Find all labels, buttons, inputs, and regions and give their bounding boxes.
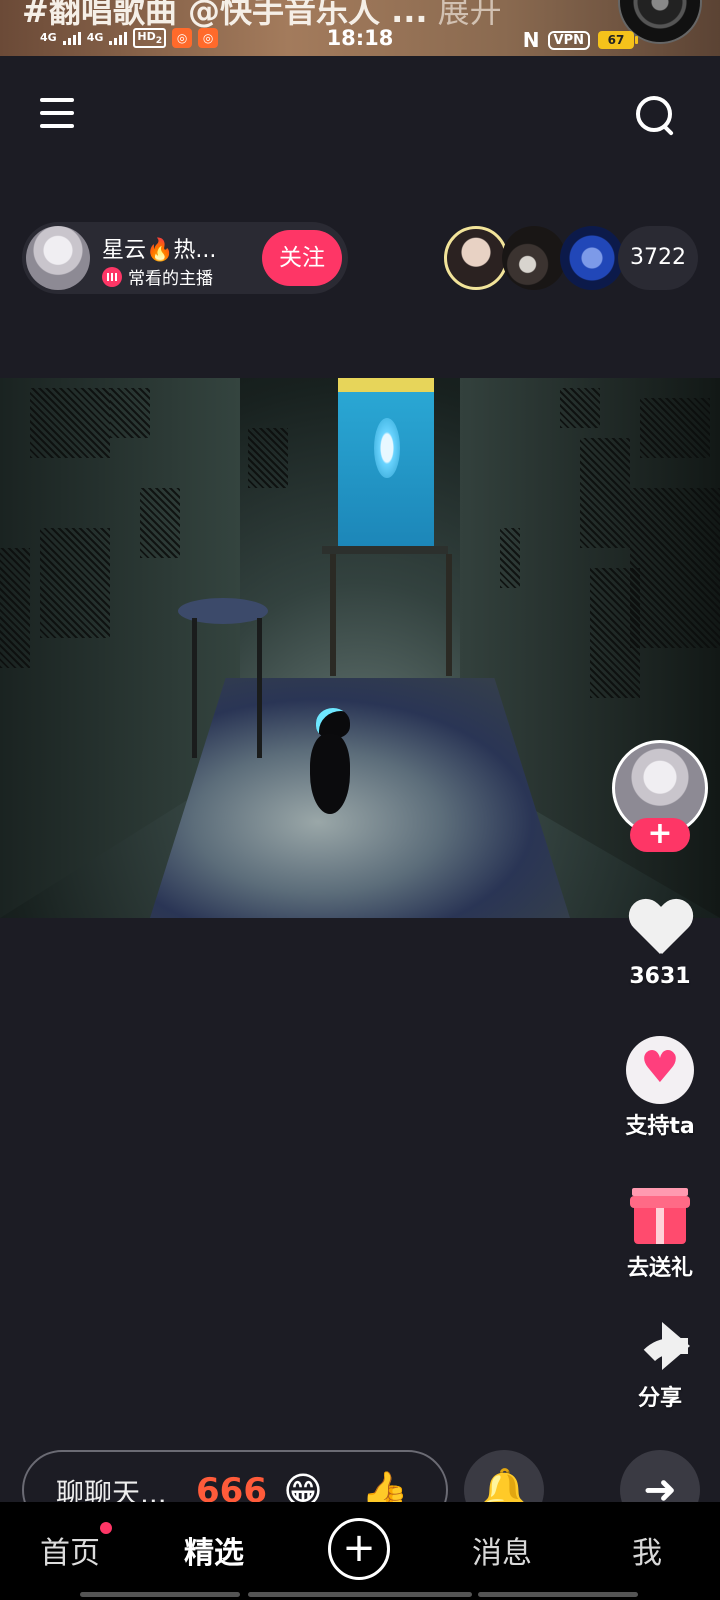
create-button[interactable]: +: [328, 1518, 390, 1580]
nav-featured[interactable]: 精选: [184, 1528, 244, 1572]
search-icon[interactable]: [636, 96, 676, 136]
status-right: N VPN 67: [522, 28, 638, 52]
scribble-drawing: [40, 528, 110, 638]
heart-icon: [628, 900, 692, 960]
scribble-drawing: [30, 388, 110, 458]
scribble-drawing: [110, 388, 150, 438]
video-scene-sparkle: [374, 418, 400, 478]
like-count: 3631: [629, 964, 691, 989]
scribble-drawing: [560, 388, 600, 428]
nav-messages[interactable]: 消息: [472, 1528, 532, 1572]
battery-icon: 67: [598, 31, 638, 49]
share-button[interactable]: 分享: [600, 1320, 720, 1412]
gesture-bar: [478, 1592, 638, 1597]
support-heart-icon: [626, 1036, 694, 1104]
like-button[interactable]: 3631: [600, 900, 720, 989]
bottom-nav: 首页 精选 + 消息 我: [0, 1502, 720, 1600]
gesture-bar: [248, 1592, 472, 1597]
scribble-drawing: [500, 528, 520, 588]
nfc-icon: N: [522, 28, 540, 52]
streamer-avatar[interactable]: [26, 226, 90, 290]
menu-icon[interactable]: [40, 98, 74, 130]
streamer-card[interactable]: 星云🔥热... 常看的主播 关注: [22, 222, 348, 294]
live-indicator-icon: [102, 266, 122, 287]
gift-icon: [630, 1184, 690, 1246]
video-scene-stool: [178, 598, 268, 758]
video-scene-cat: [310, 708, 356, 818]
notification-dot: [100, 1522, 112, 1534]
gift-label: 去送礼: [626, 1256, 693, 1281]
gesture-bar: [80, 1592, 240, 1597]
viewer-count[interactable]: 3722: [618, 226, 698, 290]
nav-me[interactable]: 我: [632, 1528, 662, 1572]
follow-button[interactable]: 关注: [262, 230, 342, 286]
rail-follow-button[interactable]: +: [630, 818, 690, 852]
audience-avatar[interactable]: [444, 226, 508, 290]
live-video[interactable]: [0, 378, 720, 918]
streamer-name: 星云🔥热...: [102, 238, 217, 263]
scribble-drawing: [640, 398, 710, 458]
support-label: 支持ta: [625, 1114, 695, 1139]
scribble-drawing: [140, 488, 180, 558]
audience-avatar[interactable]: [502, 226, 566, 290]
audience-avatar[interactable]: [560, 226, 624, 290]
scribble-drawing: [630, 488, 720, 648]
scribble-drawing: [580, 438, 630, 548]
share-icon: [628, 1320, 692, 1376]
scribble-drawing: [0, 548, 30, 668]
video-scene-easel: [322, 546, 452, 676]
nav-home[interactable]: 首页: [40, 1528, 100, 1572]
status-bar: 4G 4G HD2 ◎ ◎ 18:18 N VPN 67: [0, 26, 720, 54]
scribble-drawing: [590, 568, 640, 698]
scribble-drawing: [248, 428, 288, 488]
vpn-badge: VPN: [547, 30, 590, 50]
streamer-subtitle-text: 常看的主播: [128, 269, 213, 289]
support-button[interactable]: 支持ta: [600, 1036, 720, 1140]
gift-button[interactable]: 去送礼: [600, 1184, 720, 1282]
streamer-subtitle: 常看的主播: [102, 264, 213, 289]
